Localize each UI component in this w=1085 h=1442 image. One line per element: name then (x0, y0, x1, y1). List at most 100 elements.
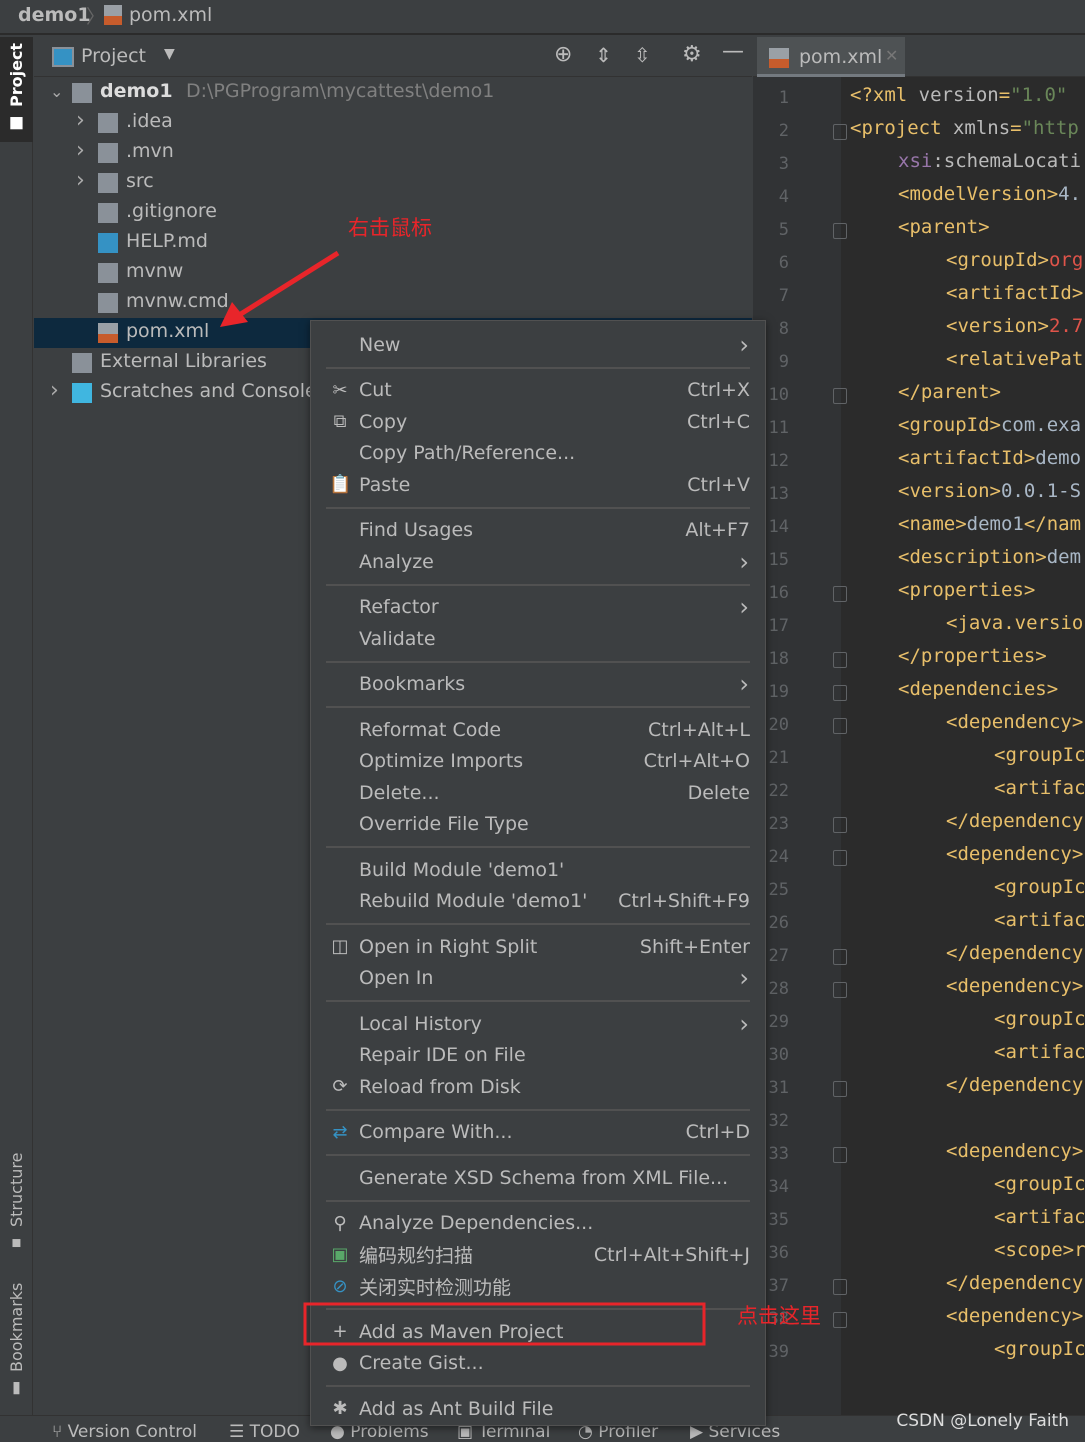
menu-item-label: Analyze (359, 550, 434, 573)
menu-item-add-as-ant-build-file[interactable]: ✱ Add as Ant Build File (311, 1393, 765, 1425)
menu-item-override-file-type[interactable]: Override File Type (311, 809, 765, 841)
menu-item-reload-from-disk[interactable]: ⟳ Reload from Disk (311, 1071, 765, 1103)
tool-tab-project[interactable]: ■ Project (0, 37, 33, 142)
menu-item-label: Reload from Disk (359, 1075, 521, 1098)
menu-item-compare-with[interactable]: ⇄ Compare With... Ctrl+D (311, 1117, 765, 1149)
breadcrumb-project[interactable]: demo1 (18, 4, 91, 26)
tree-item-demo1[interactable]: ⌄ demo1 D:\PGProgram\mycattest\demo1 (34, 78, 752, 108)
menu-item-label: Delete... (359, 781, 440, 804)
menu-item-label: Open In (359, 967, 434, 990)
menu-item-copy-path-reference[interactable]: Copy Path/Reference... (311, 438, 765, 470)
fold-marker-icon[interactable] (833, 1279, 847, 1295)
menu-item-shortcut: Ctrl+Alt+L (648, 718, 750, 741)
tree-item-mvnw-cmd[interactable]: mvnw.cmd (34, 288, 752, 318)
code-line: <artifactId>demo (898, 447, 1082, 469)
tree-item-mvnw[interactable]: mvnw (34, 258, 752, 288)
menu-item-repair-ide-on-file[interactable]: Repair IDE on File (311, 1040, 765, 1072)
line-number: 1 (778, 88, 789, 108)
xml-file-icon (104, 5, 122, 25)
tree-item--mvn[interactable]: › .mvn (34, 138, 752, 168)
left-tool-strip: ■ Project ▪ Structure ▮ Bookmarks (0, 37, 33, 1415)
fold-marker-icon[interactable] (833, 223, 847, 239)
code-line: <modelVersion>4. (898, 183, 1082, 205)
xml-file-icon (769, 48, 789, 68)
menu-item-label: Find Usages (359, 519, 474, 542)
code-line: <dependency> (946, 843, 1084, 865)
chevron-right-icon[interactable]: › (50, 378, 59, 403)
project-view-selector[interactable]: Project (81, 45, 146, 67)
fold-marker-icon[interactable] (833, 388, 847, 404)
menu-item-rebuild-module-demo1[interactable]: Rebuild Module 'demo1' Ctrl+Shift+F9 (311, 886, 765, 918)
fold-marker-icon[interactable] (833, 817, 847, 833)
menu-item[interactable]: ▣ 编码规约扫描 Ctrl+Alt+Shift+J (311, 1239, 765, 1271)
menu-item-open-in-right-split[interactable]: ◫ Open in Right Split Shift+Enter (311, 931, 765, 963)
tree-item-src[interactable]: › src (34, 168, 752, 198)
menu-item-find-usages[interactable]: Find Usages Alt+F7 (311, 515, 765, 547)
fold-marker-icon[interactable] (833, 685, 847, 701)
menu-item-generate-xsd-schema-from-xml-file[interactable]: Generate XSD Schema from XML File... (311, 1162, 765, 1194)
fold-marker-icon[interactable] (833, 1312, 847, 1328)
fold-marker-icon[interactable] (833, 850, 847, 866)
gear-icon[interactable]: ⚙ (682, 42, 702, 67)
menu-item-create-gist[interactable]: ● Create Gist... (311, 1348, 765, 1380)
project-panel-header: Project ▼ ⊕ ⇕ ⇳ ⚙ — (34, 37, 752, 77)
todo-button[interactable]: ☰ TODO (229, 1422, 300, 1442)
chevron-right-icon: › (739, 330, 749, 359)
fold-marker-icon[interactable] (833, 652, 847, 668)
menu-item-shortcut: Shift+Enter (639, 935, 750, 958)
menu-item-cut[interactable]: ✂ Cut Ctrl+X (311, 375, 765, 407)
menu-item-build-module-demo1[interactable]: Build Module 'demo1' (311, 854, 765, 886)
fold-marker-icon[interactable] (833, 718, 847, 734)
code-line: <artifactId> (946, 282, 1084, 304)
tool-tab-bookmarks[interactable]: ▮ Bookmarks (0, 1277, 33, 1402)
menu-separator (311, 1194, 765, 1208)
menu-item-bookmarks[interactable]: Bookmarks › (311, 669, 765, 701)
menu-item-local-history[interactable]: Local History › (311, 1008, 765, 1040)
chevron-right-icon[interactable]: › (76, 168, 85, 193)
locate-icon[interactable]: ⊕ (554, 42, 572, 67)
menu-item-add-as-maven-project[interactable]: + Add as Maven Project (311, 1316, 765, 1348)
collapse-all-icon[interactable]: ⇳ (634, 43, 651, 67)
menu-item-paste[interactable]: 📋 Paste Ctrl+V (311, 469, 765, 501)
menu-item-analyze[interactable]: Analyze › (311, 546, 765, 578)
annotation-click-here: 点击这里 (737, 1304, 821, 1328)
menu-item-shortcut: Ctrl+V (687, 473, 750, 496)
fold-marker-icon[interactable] (833, 949, 847, 965)
menu-item-validate[interactable]: Validate (311, 623, 765, 655)
menu-item-label: Add as Ant Build File (359, 1397, 554, 1420)
chevron-down-icon[interactable]: ⌄ (50, 82, 63, 101)
chevron-down-icon[interactable]: ▼ (164, 46, 175, 62)
menu-item-shortcut: Ctrl+Alt+Shift+J (593, 1243, 750, 1266)
menu-item-copy[interactable]: ⧉ Copy Ctrl+C (311, 406, 765, 438)
minimize-icon[interactable]: — (722, 39, 744, 64)
menu-item-label: Copy Path/Reference... (359, 442, 576, 465)
tree-item--idea[interactable]: › .idea (34, 108, 752, 138)
scissors-icon: ✂ (332, 379, 348, 401)
breadcrumb-file[interactable]: pom.xml (129, 4, 212, 26)
menu-separator (311, 1302, 765, 1316)
code-line: <dependency> (946, 1140, 1084, 1162)
fold-marker-icon[interactable] (833, 982, 847, 998)
chevron-right-icon[interactable]: › (76, 138, 85, 163)
expand-all-icon[interactable]: ⇕ (595, 43, 612, 67)
menu-item-new[interactable]: New › (311, 329, 765, 361)
menu-item[interactable]: ⊘ 关闭实时检测功能 (311, 1271, 765, 1303)
menu-item-shortcut: Ctrl+Shift+F9 (618, 890, 750, 913)
menu-item-reformat-code[interactable]: Reformat Code Ctrl+Alt+L (311, 714, 765, 746)
version-control-button[interactable]: ⑂ Version Control (52, 1422, 197, 1442)
menu-item-open-in[interactable]: Open In › (311, 963, 765, 995)
chevron-right-icon[interactable]: › (76, 108, 85, 133)
menu-item-delete[interactable]: Delete... Delete (311, 777, 765, 809)
tool-tab-structure[interactable]: ▪ Structure (0, 1147, 33, 1257)
menu-item-optimize-imports[interactable]: Optimize Imports Ctrl+Alt+O (311, 746, 765, 778)
fold-marker-icon[interactable] (833, 124, 847, 140)
fold-marker-icon[interactable] (833, 1081, 847, 1097)
menu-item-analyze-dependencies[interactable]: ⚲ Analyze Dependencies... (311, 1208, 765, 1240)
close-icon[interactable]: ✕ (885, 46, 898, 65)
menu-item-refactor[interactable]: Refactor › (311, 592, 765, 624)
fold-marker-icon[interactable] (833, 586, 847, 602)
fold-marker-icon[interactable] (833, 1147, 847, 1163)
editor-tab-pom[interactable]: pom.xml ✕ (757, 37, 905, 77)
menu-item-label: Copy (359, 410, 408, 433)
menu-item-label: Generate XSD Schema from XML File... (359, 1166, 729, 1189)
